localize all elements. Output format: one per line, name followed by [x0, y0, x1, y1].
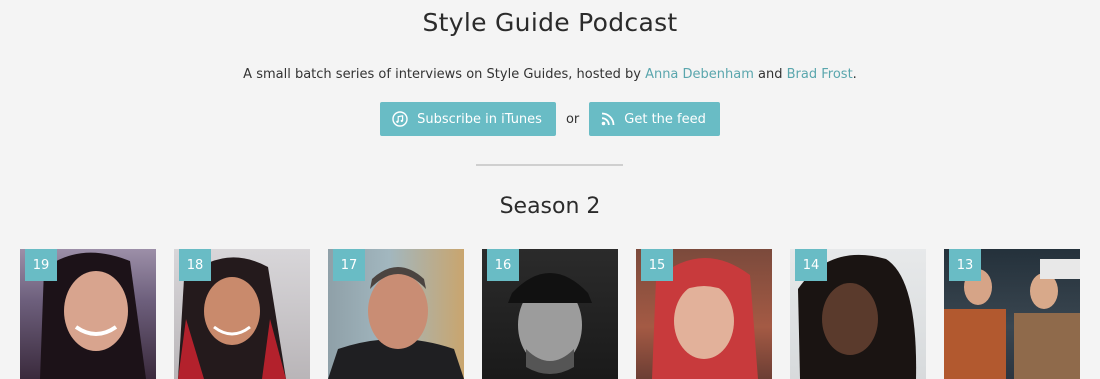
episode-number-badge: 16	[487, 249, 519, 281]
episode-tile[interactable]: 13	[944, 249, 1080, 379]
subscribe-itunes-button[interactable]: Subscribe in iTunes	[380, 102, 556, 136]
host-link-anna[interactable]: Anna Debenham	[645, 67, 754, 82]
episode-grid: 19 18 17 16 15 14 13	[20, 249, 1080, 379]
episode-tile[interactable]: 18	[174, 249, 310, 379]
episode-tile[interactable]: 17	[328, 249, 464, 379]
section-divider	[476, 164, 623, 166]
episode-number-badge: 15	[641, 249, 673, 281]
host-link-brad[interactable]: Brad Frost	[787, 67, 853, 82]
episode-number-badge: 19	[25, 249, 57, 281]
episode-tile[interactable]: 19	[20, 249, 156, 379]
or-text: or	[565, 111, 580, 127]
episode-tile[interactable]: 14	[790, 249, 926, 379]
get-feed-button[interactable]: Get the feed	[589, 102, 720, 136]
episode-tile[interactable]: 15	[636, 249, 772, 379]
get-feed-label: Get the feed	[624, 111, 706, 127]
subscribe-actions: Subscribe in iTunes or Get the feed	[0, 102, 1100, 136]
intro-suffix: .	[852, 67, 857, 82]
intro-prefix: A small batch series of interviews on St…	[243, 67, 646, 82]
episode-number-badge: 14	[795, 249, 827, 281]
episode-tile[interactable]: 16	[482, 249, 618, 379]
rss-icon	[601, 112, 615, 126]
episode-number-badge: 13	[949, 249, 981, 281]
itunes-icon	[392, 111, 408, 127]
intro-and: and	[753, 67, 787, 82]
episode-number-badge: 18	[179, 249, 211, 281]
season-heading: Season 2	[499, 194, 601, 219]
page-title: Style Guide Podcast	[422, 8, 678, 37]
episode-number-badge: 17	[333, 249, 365, 281]
intro-text: A small batch series of interviews on St…	[0, 67, 1100, 82]
subscribe-itunes-label: Subscribe in iTunes	[417, 111, 542, 127]
